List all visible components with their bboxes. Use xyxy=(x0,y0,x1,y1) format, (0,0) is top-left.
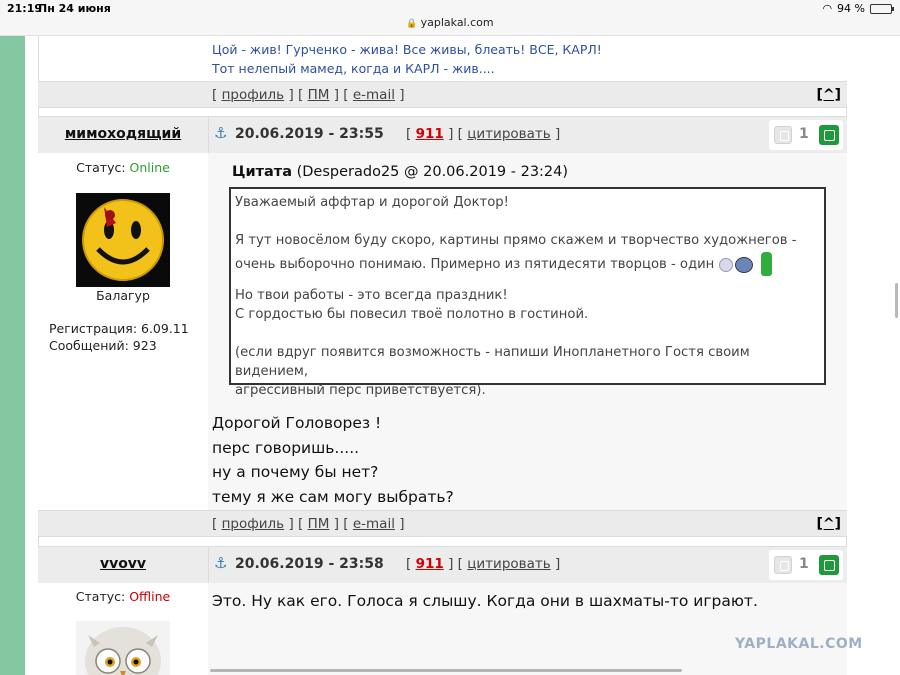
wifi-icon: ◠ xyxy=(822,2,833,15)
post-text: Это. Ну как его. Голоса я слышу. Когда о… xyxy=(212,592,758,610)
post-footer: [ профиль ] [ ПМ ] [ e-mail ] [^] xyxy=(38,81,847,108)
vote-box: 1 xyxy=(769,550,843,580)
user-status: Статус: Online xyxy=(76,160,170,175)
post-rating[interactable]: 911 xyxy=(416,556,444,572)
post-footer: [ профиль ] [ ПМ ] [ e-mail ] [^] xyxy=(38,510,847,537)
avatar[interactable] xyxy=(76,193,170,287)
user-info-column: Статус: Online Балагур Регистрация: 6.09… xyxy=(38,153,208,510)
quote-link[interactable]: цитировать xyxy=(467,126,550,142)
avatar[interactable] xyxy=(76,621,170,675)
thumbs-up-icon[interactable] xyxy=(819,125,839,145)
profile-link[interactable]: профиль xyxy=(222,516,285,532)
post-author[interactable]: мимоходящий xyxy=(38,126,208,142)
anchor-icon[interactable]: ⚓ xyxy=(214,124,227,142)
horizontal-scrollbar[interactable] xyxy=(210,669,682,672)
user-registration: Регистрация: 6.09.11 Сообщений: 923 xyxy=(49,321,189,353)
thumbs-up-icon[interactable] xyxy=(819,555,839,575)
post-header: vvovv ⚓ 20.06.2019 - 23:58 [ 911 ] [ цит… xyxy=(38,546,847,583)
quote-link[interactable]: цитировать xyxy=(467,556,550,572)
post-header: мимоходящий ⚓ 20.06.2019 - 23:55 [ 911 ]… xyxy=(38,116,847,153)
scroll-top-link[interactable]: [^] xyxy=(816,87,841,103)
status-date: Пн 24 июня xyxy=(38,2,111,15)
thumbs-down-icon[interactable] xyxy=(774,556,792,574)
post-rating[interactable]: 911 xyxy=(416,126,444,142)
signature-line: Тот нелепый мамед, когда и КАРЛ - жив...… xyxy=(212,61,495,76)
vertical-scrollbar[interactable] xyxy=(895,283,898,318)
email-link[interactable]: e-mail xyxy=(353,87,395,103)
smiley-icon xyxy=(718,250,775,278)
signature-line: Цой - жив! Гурченко - жива! Все живы, бл… xyxy=(212,42,602,57)
pm-link[interactable]: ПМ xyxy=(308,87,330,103)
post-date: 20.06.2019 - 23:55 xyxy=(235,126,384,142)
previous-post-signature: Цой - жив! Гурченко - жива! Все живы, бл… xyxy=(212,40,602,78)
address-bar[interactable]: 🔒 yaplakal.com xyxy=(0,16,900,29)
vote-count: 1 xyxy=(799,556,809,572)
ios-status-bar: 21:19 Пн 24 июня 🔒 yaplakal.com ◠ 94 % xyxy=(0,0,900,36)
thumbs-down-icon[interactable] xyxy=(774,126,792,144)
email-link[interactable]: e-mail xyxy=(353,516,395,532)
anchor-icon[interactable]: ⚓ xyxy=(214,554,227,572)
site-watermark: YAPLAKAL.COM xyxy=(735,636,863,652)
post-author[interactable]: vvovv xyxy=(38,556,208,572)
left-accent-bar xyxy=(0,36,25,675)
quote-box: Уважаемый аффтар и дорогой Доктор! Я тут… xyxy=(229,187,826,398)
quote-title: Цитата (Desperado25 @ 20.06.2019 - 23:24… xyxy=(232,164,569,180)
user-rank: Балагур xyxy=(96,288,150,303)
status-time: 21:19 xyxy=(7,2,43,15)
user-info-column: Статус: Offline xyxy=(38,583,208,675)
battery-percent: 94 % xyxy=(837,2,865,15)
address-url: yaplakal.com xyxy=(420,16,494,29)
vote-count: 1 xyxy=(799,126,809,142)
pm-link[interactable]: ПМ xyxy=(308,516,330,532)
post-date: 20.06.2019 - 23:58 xyxy=(235,556,384,572)
post-text: Дорогой Головорез ! перс говоришь..... н… xyxy=(212,414,454,506)
battery-icon xyxy=(870,3,894,14)
user-status: Статус: Offline xyxy=(75,589,171,604)
scroll-top-link[interactable]: [^] xyxy=(816,516,841,532)
lock-icon: 🔒 xyxy=(406,19,418,29)
vote-box: 1 xyxy=(769,120,843,150)
profile-link[interactable]: профиль xyxy=(222,87,285,103)
